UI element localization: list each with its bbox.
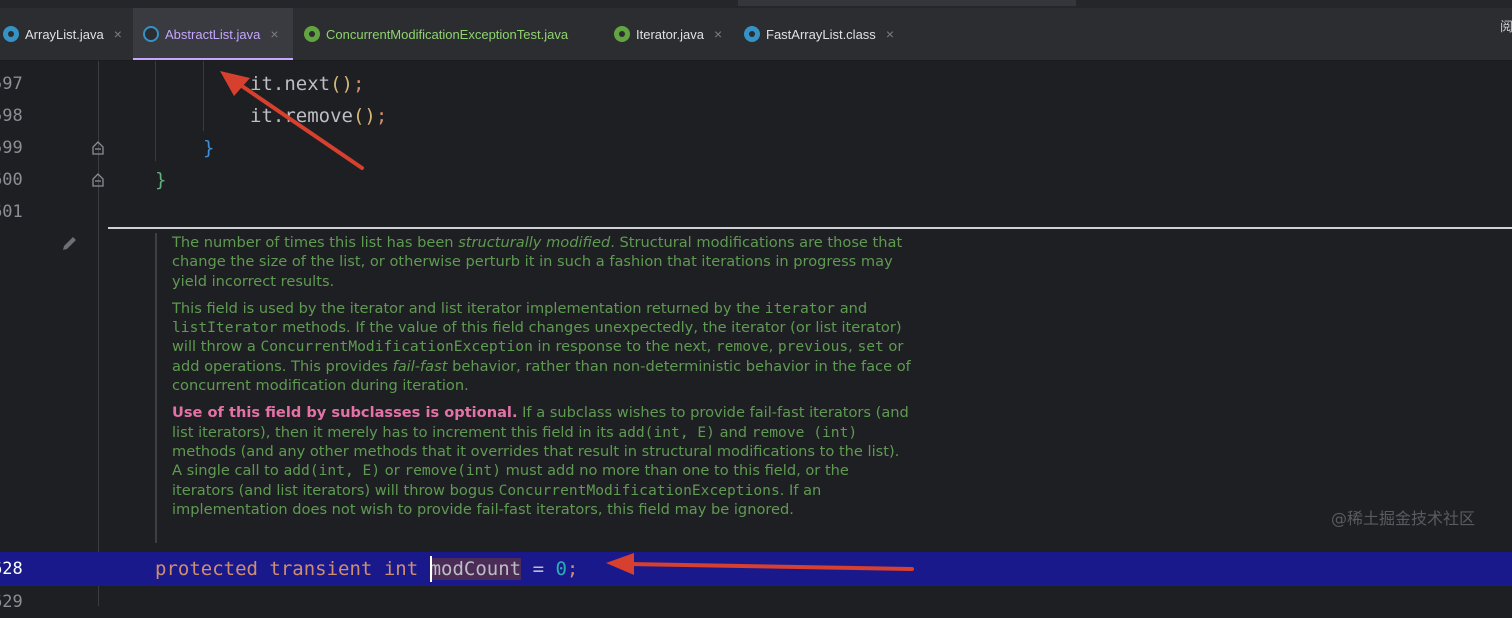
- tab-label: FastArrayList.class: [766, 26, 876, 42]
- doc-code: add(int, E): [618, 423, 715, 441]
- doc-text: fail-fast: [392, 357, 448, 375]
- tab-concurrentmodificationexceptiontest[interactable]: ConcurrentModificationExceptionTest.java: [296, 8, 594, 60]
- java-test-class-icon: [304, 26, 320, 42]
- doc-paragraph: The number of times this list has been s…: [172, 233, 912, 291]
- doc-code: remove(int): [404, 462, 502, 480]
- line-number: 600: [0, 170, 23, 190]
- java-class-icon: [3, 26, 19, 42]
- doc-paragraph: This field is used by the iterator and l…: [172, 299, 912, 395]
- tab-label: AbstractList.java: [165, 26, 261, 42]
- reader-mode-toggle[interactable]: 阅: [1500, 16, 1512, 35]
- doc-code: iterator: [764, 299, 836, 317]
- code-line: }: [155, 169, 167, 191]
- doc-code: set: [857, 338, 884, 356]
- highlighted-code-line[interactable]: 628 protected transient int modCount = 0…: [0, 552, 1512, 586]
- assign-operator: =: [532, 558, 545, 580]
- keyword-protected: protected: [155, 558, 258, 580]
- tab-label: ConcurrentModificationExceptionTest.java: [326, 26, 569, 42]
- doc-text: The number of times this list has been: [172, 234, 459, 251]
- close-icon[interactable]: ×: [270, 26, 278, 42]
- line-number: 629: [0, 592, 23, 612]
- doc-separator-line: [108, 227, 1512, 229]
- doc-code: remove: [715, 338, 769, 356]
- doc-strong: Use of this field by subclasses is optio…: [172, 404, 518, 422]
- title-segment: [738, 0, 1076, 6]
- doc-code: remove (int): [751, 423, 858, 441]
- tab-label: Iterator.java: [636, 26, 704, 42]
- doc-text: in response to the next,: [532, 338, 716, 356]
- fold-marker-icon[interactable]: [91, 141, 105, 155]
- doc-text: This field is used by the iterator and l…: [172, 299, 765, 317]
- variable-modcount[interactable]: modCount: [429, 558, 522, 580]
- tab-label: ArrayList.java: [25, 26, 104, 42]
- number-literal: 0: [555, 558, 567, 580]
- tab-abstractlist[interactable]: AbstractList.java ×: [133, 8, 293, 60]
- java-interface-icon: [614, 26, 630, 42]
- doc-paragraph: Use of this field by subclasses is optio…: [172, 403, 912, 519]
- tab-arraylist[interactable]: ArrayList.java ×: [0, 8, 130, 60]
- code-line: it.next();: [250, 68, 364, 100]
- code-editor[interactable]: 597 it.next(); 598 it.remove(); 599 } 60…: [0, 61, 1512, 612]
- doc-code: listIterator: [172, 319, 278, 337]
- line-number: 597: [0, 74, 23, 94]
- doc-code: ConcurrentModificationException: [260, 338, 533, 356]
- doc-text: structurally modified: [458, 234, 611, 251]
- tab-fastarraylist[interactable]: FastArrayList.class ×: [736, 8, 916, 60]
- watermark: @稀土掘金技术社区: [1331, 509, 1476, 528]
- doc-code: previous: [777, 338, 849, 356]
- code-line: it.remove();: [250, 100, 387, 132]
- line-number: 599: [0, 138, 23, 158]
- line-number: 601: [0, 202, 23, 222]
- fold-marker-icon[interactable]: [91, 173, 105, 187]
- indent-guide: [155, 61, 156, 161]
- keyword-transient: transient: [269, 558, 373, 580]
- code-line: }: [203, 137, 215, 159]
- code-token: (): [352, 105, 376, 127]
- java-class-icon: [744, 26, 760, 42]
- doc-text: ,: [768, 338, 778, 356]
- tab-iterator[interactable]: Iterator.java ×: [606, 8, 726, 60]
- doc-text: and: [714, 423, 752, 441]
- close-icon[interactable]: ×: [886, 26, 894, 42]
- line-number: 598: [0, 106, 23, 126]
- pencil-icon[interactable]: [60, 234, 80, 254]
- keyword-int: int: [383, 558, 419, 580]
- line-number: 628: [0, 559, 23, 579]
- doc-text: and: [835, 299, 868, 317]
- close-icon[interactable]: ×: [114, 26, 122, 42]
- code-token: it.remove: [250, 105, 353, 127]
- editor-tab-bar: ArrayList.java × AbstractList.java × Con…: [0, 8, 1512, 61]
- indent-guide: [203, 61, 204, 131]
- code-token: it.next: [250, 73, 331, 95]
- close-icon[interactable]: ×: [714, 26, 722, 42]
- code-token: ;: [375, 105, 388, 127]
- code-token: (): [330, 73, 353, 95]
- doc-code: ConcurrentModificationExceptions: [498, 481, 780, 499]
- doc-code: add(int, E): [283, 462, 381, 480]
- javadoc-rendered: The number of times this list has been s…: [155, 233, 932, 543]
- doc-text: or: [380, 462, 405, 480]
- text-caret: [429, 555, 432, 582]
- field-declaration: protected transient int modCount = 0;: [155, 553, 578, 585]
- semicolon: ;: [566, 558, 579, 580]
- code-token: ;: [352, 73, 365, 95]
- window-top-strip: [0, 0, 1512, 8]
- java-abstract-class-icon: [143, 26, 159, 42]
